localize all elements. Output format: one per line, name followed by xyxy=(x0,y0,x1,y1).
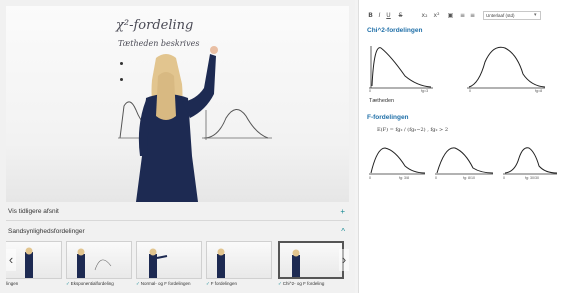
strikethrough-button[interactable]: S xyxy=(397,11,404,20)
whiteboard-bullet xyxy=(120,78,123,81)
section-header-distributions[interactable]: Sandsynlighedsfordelinger ^ xyxy=(6,224,349,240)
notes-heading-f: F-fordelingen xyxy=(367,114,409,121)
section-title: Sandsynlighedsfordelinger xyxy=(8,228,85,235)
video-thumbnail xyxy=(206,241,272,279)
axis-label: fg: 3/8 xyxy=(399,176,409,180)
axis-label: 0 xyxy=(369,89,371,93)
playlist-item-title: F fordelingen xyxy=(210,281,238,286)
underline-button[interactable]: U xyxy=(385,11,392,20)
image-icon[interactable]: ▣ xyxy=(447,11,454,20)
bold-button[interactable]: B xyxy=(367,11,374,20)
video-thumbnail xyxy=(66,241,132,279)
whiteboard-title: χ²-fordeling xyxy=(116,18,194,33)
playlist-item[interactable]: ✓Eksponentialfordeling xyxy=(66,241,132,291)
video-panel: χ²-fordeling Tætheden beskrives Vis tidl… xyxy=(0,0,355,293)
italic-button[interactable]: I xyxy=(376,11,383,20)
bullet-list-icon[interactable]: ≡ xyxy=(469,11,476,20)
ordered-list-icon[interactable]: ≡ xyxy=(459,11,466,20)
show-earlier-label: Vis tidligere afsnit xyxy=(8,208,59,215)
video-thumbnail xyxy=(278,241,344,279)
axis-label: fg=3 xyxy=(421,89,429,93)
playlist-item[interactable]: ✓Normal- og F fordelingen xyxy=(136,241,202,291)
video-player[interactable]: χ²-fordeling Tætheden beskrives xyxy=(6,6,349,202)
superscript-button[interactable]: x² xyxy=(433,11,440,20)
axis-label: fg: 8/10 xyxy=(463,176,475,180)
f-expectation-formula: E(F) = fg₂ / (fg₂−2) , fg₂ > 2 xyxy=(377,127,449,133)
whiteboard-text: Tætheden beskrives xyxy=(118,39,200,48)
playlist-item-title: Eksponentialfordeling xyxy=(70,281,114,286)
playlist-item-current[interactable]: ✓Chi^2- og F fordeling xyxy=(278,241,344,291)
font-select-value: Unterlaaf (std) xyxy=(486,13,515,18)
video-thumbnail xyxy=(136,241,202,279)
show-earlier-sections[interactable]: Vis tidligere afsnit + xyxy=(6,204,349,221)
playlist-item-title: Chi^2- og F fordeling xyxy=(282,281,325,286)
video-frame xyxy=(118,46,272,202)
expand-icon[interactable]: + xyxy=(340,204,345,220)
whiteboard-bullet xyxy=(120,62,123,65)
font-select[interactable]: Unterlaaf (std) xyxy=(483,11,541,20)
axis-label: 0 xyxy=(469,89,471,93)
f-distribution-graph-1 xyxy=(369,147,426,175)
notes-text: Tætheden xyxy=(369,98,395,104)
carousel-prev-icon[interactable]: ‹ xyxy=(6,249,16,271)
subscript-button[interactable]: x₂ xyxy=(421,11,428,20)
f-distribution-graph-3 xyxy=(503,147,558,175)
checkmark-icon: ✓ xyxy=(66,281,70,286)
checkmark-icon: ✓ xyxy=(136,281,140,286)
playlist-item[interactable]: ✓F fordelingen xyxy=(206,241,272,291)
chevron-down-icon[interactable]: ▾ xyxy=(534,12,537,18)
checkmark-icon: ✓ xyxy=(278,281,282,286)
axis-label: 0 xyxy=(435,176,437,180)
playlist-item-title: fordelingen xyxy=(6,281,19,286)
f-distribution-graph-2 xyxy=(435,147,494,175)
video-playlist: fordelingen ✓Eksponentialfordeling ✓Norm… xyxy=(6,241,349,291)
notes-heading-chi: Chi^2-fordelingen xyxy=(367,27,423,34)
axis-label: 0 xyxy=(503,176,505,180)
chi-square-graph-df3 xyxy=(369,46,433,89)
axis-label: fg=8 xyxy=(535,89,543,93)
checkmark-icon: ✓ xyxy=(206,281,210,286)
chi-square-graph-df8 xyxy=(467,46,546,89)
notes-panel: B I U S x₂ x² ▣ ≡ ≡ Unterlaaf (std) ▾ Ch… xyxy=(358,0,579,293)
axis-label: fg: 30/30 xyxy=(525,176,539,180)
editor-toolbar: B I U S x₂ x² ▣ ≡ ≡ Unterlaaf (std) ▾ xyxy=(359,10,579,22)
carousel-next-icon[interactable]: › xyxy=(339,249,349,271)
axis-label: 0 xyxy=(369,176,371,180)
collapse-icon[interactable]: ^ xyxy=(341,224,345,240)
playlist-item-title: Normal- og F fordelingen xyxy=(140,281,191,286)
